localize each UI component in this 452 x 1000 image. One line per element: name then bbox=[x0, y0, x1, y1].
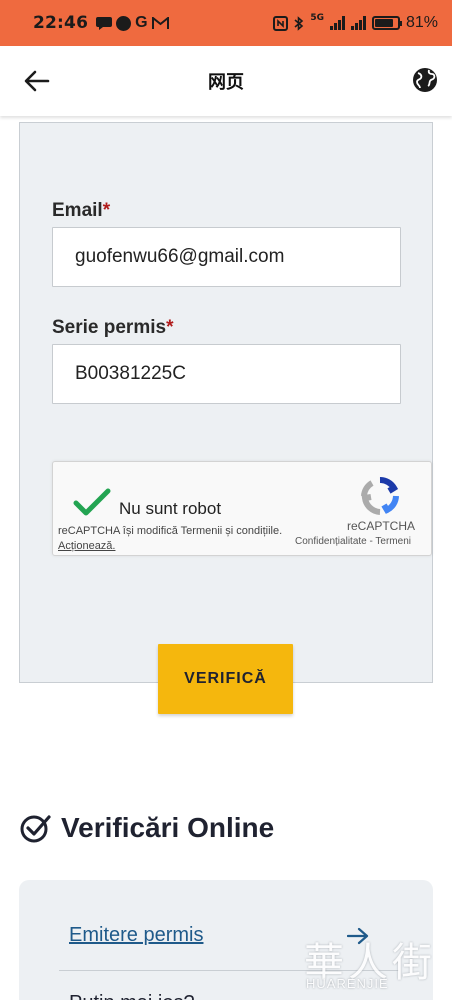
chat-bubble-icon bbox=[96, 16, 113, 30]
recaptcha-widget: Nu sunt robot reCAPTCHA Confidențialitat… bbox=[52, 461, 432, 556]
signal-icon bbox=[329, 16, 345, 30]
recaptcha-links[interactable]: Confidențialitate - Termeni bbox=[295, 536, 411, 547]
email-label: Email* bbox=[52, 200, 110, 222]
globe-icon[interactable] bbox=[411, 66, 439, 94]
nfc-icon bbox=[273, 15, 289, 31]
status-left: 22:46 G bbox=[33, 13, 169, 33]
signal-icon-2 bbox=[350, 16, 366, 30]
required-mark: * bbox=[166, 317, 174, 338]
recaptcha-brand: reCAPTCHA bbox=[347, 519, 416, 533]
recaptcha-notice: reCAPTCHA își modifică Termenii și condi… bbox=[58, 524, 303, 554]
permit-label-text: Serie permis bbox=[52, 317, 167, 338]
recaptcha-logo-icon bbox=[361, 476, 399, 515]
recaptcha-label: Nu sunt robot bbox=[119, 499, 222, 518]
bluetooth-icon bbox=[294, 15, 304, 31]
section-header: Verificări Online bbox=[19, 812, 274, 844]
verify-button[interactable]: VERIFICĂ bbox=[158, 644, 293, 714]
check-circle-icon bbox=[20, 815, 51, 843]
verification-form: Email* Serie permis* Nu sunt robot reCAP… bbox=[19, 122, 433, 683]
email-label-text: Email bbox=[52, 200, 103, 221]
g-icon: G bbox=[135, 14, 148, 31]
arrow-left-icon[interactable] bbox=[22, 67, 52, 95]
badge-icon bbox=[116, 15, 132, 31]
recaptcha-action-link[interactable]: Acționează. bbox=[58, 540, 115, 552]
notification-icons: G bbox=[96, 14, 169, 32]
watermark: 華人街 HUARENJIE bbox=[300, 930, 440, 996]
status-right: 5G 81% bbox=[273, 13, 438, 32]
battery-icon bbox=[371, 16, 402, 30]
battery-percent: 81% bbox=[405, 14, 438, 31]
page-title: 网页 bbox=[208, 72, 244, 93]
recaptcha-notice-text: reCAPTCHA își modifică Termenii și condi… bbox=[58, 525, 283, 537]
permit-series-field[interactable] bbox=[52, 344, 401, 404]
app-bar: 网页 bbox=[0, 46, 452, 116]
permit-label: Serie permis* bbox=[52, 317, 173, 339]
m-icon bbox=[151, 16, 169, 29]
status-bar: 22:46 G 5G 81% bbox=[0, 0, 452, 46]
email-field[interactable] bbox=[52, 227, 401, 287]
network-type-label: 5G bbox=[310, 13, 324, 23]
checkmark-icon[interactable] bbox=[73, 488, 111, 518]
required-mark: * bbox=[102, 200, 111, 221]
link-second-item[interactable]: Puțin mai jos? bbox=[69, 992, 195, 1000]
status-time: 22:46 bbox=[33, 13, 89, 33]
link-label[interactable]: Emitere permis bbox=[69, 924, 203, 947]
watermark-text: HUARENJIE bbox=[306, 976, 389, 991]
section-title: Verificări Online bbox=[61, 812, 275, 843]
